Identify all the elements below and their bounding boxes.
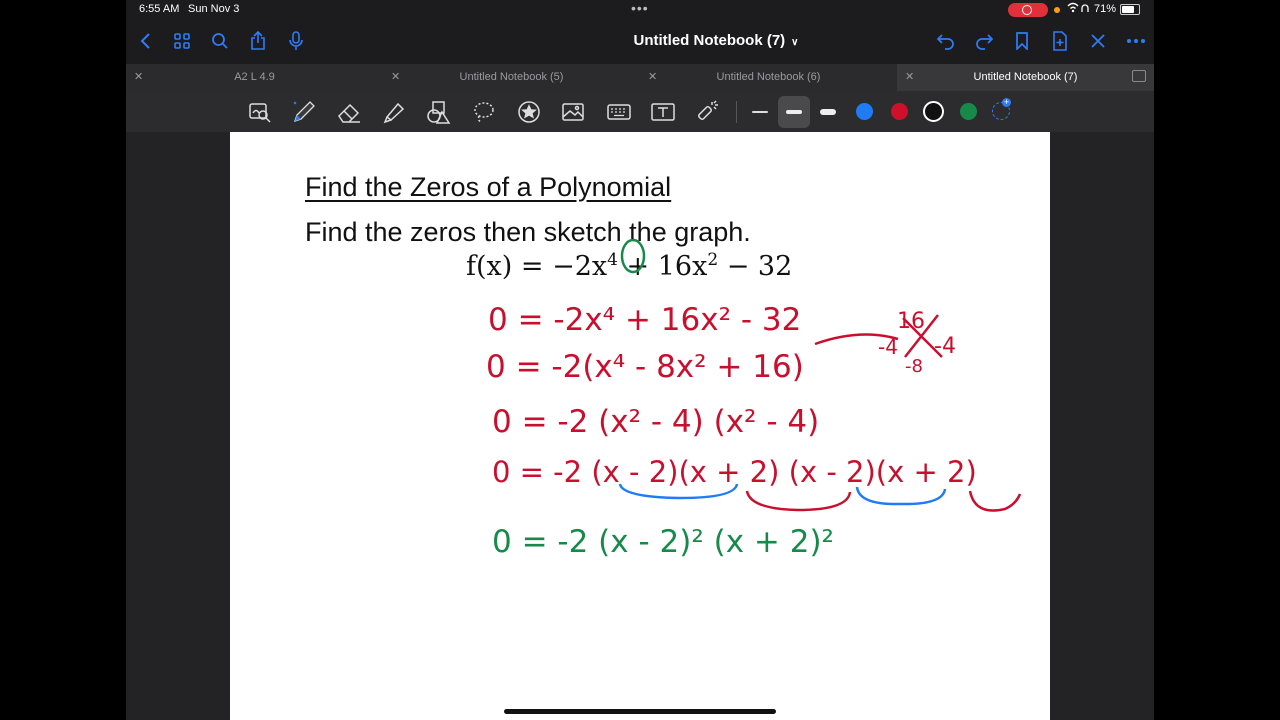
hw-line-3: 0 = -2 (x² - 4) (x² - 4) [492, 404, 819, 440]
chevron-down-icon: ∨ [791, 37, 799, 48]
sticker-icon[interactable] [515, 98, 543, 126]
hw-line-5: 0 = -2 (x - 2)² (x + 2)² [492, 524, 834, 560]
eraser-icon[interactable] [335, 98, 363, 126]
tab-bar: ✕ A2 L 4.9 ✕ Untitled Notebook (5) ✕ Unt… [126, 64, 1154, 91]
shapes-icon[interactable] [424, 98, 452, 126]
tab-untitled-notebook-5[interactable]: ✕ Untitled Notebook (5) [383, 64, 640, 91]
zoom-window-icon[interactable] [246, 98, 274, 126]
notebook-title-menu[interactable]: Untitled Notebook (7) ∨ [126, 32, 1154, 49]
battery-percent: 71% [1094, 3, 1117, 15]
undo-icon[interactable] [933, 28, 959, 54]
screen-recording-icon[interactable] [1008, 3, 1048, 17]
new-window-icon[interactable] [1132, 70, 1146, 82]
lasso-icon[interactable] [470, 98, 498, 126]
hw-side-neg8: -8 [905, 356, 923, 377]
tab-a2-l-4-9[interactable]: ✕ A2 L 4.9 [126, 64, 383, 91]
hw-red-bracket-1 [745, 490, 852, 512]
tab-label: Untitled Notebook (5) [459, 71, 564, 83]
status-bar: 6:55 AM Sun Nov 3 ••• 71% [126, 0, 1154, 20]
more-icon[interactable] [1123, 28, 1149, 54]
image-icon[interactable] [559, 98, 587, 126]
hw-red-bracket-2 [968, 490, 1022, 512]
color-blue-swatch[interactable] [856, 103, 873, 120]
color-black-swatch-selected[interactable] [923, 101, 944, 122]
hw-blue-bracket-2 [855, 486, 947, 506]
handwriting-layer: 0 = -2x⁴ + 16x² - 32 0 = -2(x⁴ - 8x² + 1… [486, 238, 1022, 560]
tab-untitled-notebook-6[interactable]: ✕ Untitled Notebook (6) [640, 64, 897, 91]
microphone-indicator-icon [1054, 7, 1060, 13]
hw-side-neg4b: -4 [934, 334, 956, 359]
tab-label: Untitled Notebook (7) [973, 71, 1078, 83]
home-indicator[interactable] [504, 709, 776, 714]
hw-side-16: 16 [897, 309, 925, 334]
status-date: Sun Nov 3 [188, 3, 240, 15]
tab-label: Untitled Notebook (6) [716, 71, 821, 83]
highlighter-icon[interactable] [380, 98, 408, 126]
bookmark-icon[interactable] [1009, 28, 1035, 54]
hw-line-4: 0 = -2 (x - 2)(x + 2) (x - 2)(x + 2) [492, 455, 977, 489]
stroke-thick-option[interactable] [814, 98, 842, 126]
add-color-icon[interactable]: + [992, 98, 1011, 120]
stroke-medium-option[interactable] [778, 96, 810, 128]
status-time: 6:55 AM [139, 3, 180, 15]
green-circle-annotation [620, 238, 646, 274]
ipad-screen: 6:55 AM Sun Nov 3 ••• 71% Untitled Noteb… [126, 0, 1154, 720]
redo-icon[interactable] [971, 28, 997, 54]
hw-line-2: 0 = -2(x⁴ - 8x² + 16) [486, 349, 804, 385]
notebook-title: Untitled Notebook (7) [633, 32, 786, 49]
battery-icon [1120, 4, 1140, 15]
hw-line-1: 0 = -2x⁴ + 16x² - 32 [488, 302, 801, 338]
tab-untitled-notebook-7[interactable]: ✕ Untitled Notebook (7) [897, 64, 1154, 91]
navigation-bar: Untitled Notebook (7) ∨ [126, 20, 1154, 64]
wifi-icon [1066, 2, 1090, 17]
multitasking-dots-icon[interactable]: ••• [631, 0, 649, 16]
hw-side-neg4a: -4 [878, 335, 898, 359]
tab-label: A2 L 4.9 [234, 71, 275, 83]
add-page-icon[interactable] [1047, 28, 1073, 54]
text-box-icon[interactable] [649, 98, 677, 126]
pen-icon[interactable] [290, 98, 318, 126]
notebook-page[interactable]: Find the Zeros of a Polynomial Find the … [230, 132, 1050, 720]
close-icon[interactable] [1085, 28, 1111, 54]
color-red-swatch[interactable] [891, 103, 908, 120]
toolbar-divider [736, 101, 737, 123]
keyboard-icon[interactable] [605, 98, 633, 126]
stroke-thin-option[interactable] [746, 98, 774, 126]
color-green-swatch[interactable] [960, 103, 977, 120]
laser-pointer-icon[interactable] [693, 98, 721, 126]
